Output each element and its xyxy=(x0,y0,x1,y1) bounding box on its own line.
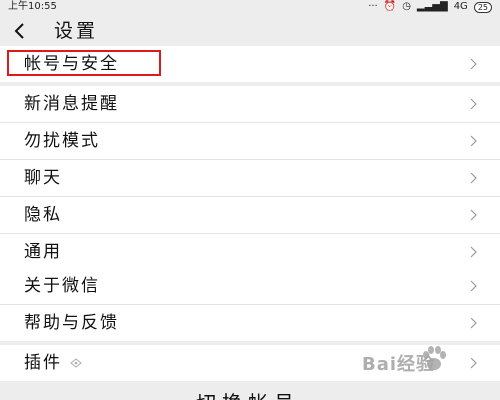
settings-screen: 上午10:55 ··· ⏰ ◷ ▂▃▅▇ 4G 25 设置 帐号与安全 新消息提… xyxy=(0,0,500,400)
status-icons: ··· ⏰ ◷ ▂▃▅▇ 4G 25 xyxy=(368,0,492,14)
chevron-right-icon xyxy=(470,246,477,258)
more-icon: ··· xyxy=(368,1,378,12)
settings-group-account: 帐号与安全 xyxy=(0,46,500,82)
settings-item-label: 插件 xyxy=(24,352,82,374)
chevron-right-icon xyxy=(470,280,477,292)
chevron-right-icon xyxy=(470,135,477,147)
settings-group-about: 关于微信 帮助与反馈 xyxy=(0,268,500,341)
alarm-icon: ⏰ xyxy=(383,1,397,12)
settings-item-help-feedback[interactable]: 帮助与反馈 xyxy=(0,305,500,341)
settings-item-general[interactable]: 通用 xyxy=(0,234,500,270)
chevron-right-icon xyxy=(470,317,477,329)
settings-item-about-wechat[interactable]: 关于微信 xyxy=(0,268,500,305)
settings-item-chat[interactable]: 聊天 xyxy=(0,160,500,197)
settings-item-privacy[interactable]: 隐私 xyxy=(0,197,500,234)
back-arrow-icon[interactable] xyxy=(12,22,28,40)
plugins-label-text: 插件 xyxy=(24,353,62,373)
settings-item-label: 勿扰模式 xyxy=(24,131,100,151)
status-time: 上午10:55 xyxy=(8,1,57,12)
chevron-right-icon xyxy=(470,172,477,184)
settings-item-label: 新消息提醒 xyxy=(24,94,119,114)
settings-item-label: 通用 xyxy=(24,242,62,262)
network-label: 4G xyxy=(453,1,468,12)
chevron-right-icon xyxy=(470,98,477,110)
settings-item-account-security[interactable]: 帐号与安全 xyxy=(0,46,500,82)
settings-item-new-message-alerts[interactable]: 新消息提醒 xyxy=(0,86,500,123)
settings-item-label: 隐私 xyxy=(24,205,62,225)
settings-item-label: 关于微信 xyxy=(24,276,100,296)
chevron-right-icon xyxy=(470,209,477,221)
signal-icon: ▂▃▅▇ xyxy=(416,1,448,12)
settings-item-label: 聊天 xyxy=(24,168,62,188)
chevron-right-icon xyxy=(470,58,477,70)
plugin-shield-icon xyxy=(70,358,82,368)
battery-indicator: 25 xyxy=(473,1,492,13)
nav-bar: 设置 xyxy=(0,14,500,48)
status-bar: 上午10:55 ··· ⏰ ◷ ▂▃▅▇ 4G 25 xyxy=(0,0,500,14)
settings-item-label: 帮助与反馈 xyxy=(24,313,119,333)
page-title: 设置 xyxy=(54,20,99,42)
baidu-jingyan-watermark: Bai经验 xyxy=(362,346,482,386)
settings-group-main: 新消息提醒 勿扰模式 聊天 隐私 通用 xyxy=(0,86,500,270)
paw-logo-icon xyxy=(423,346,446,370)
clock-icon: ◷ xyxy=(402,1,411,12)
settings-item-do-not-disturb[interactable]: 勿扰模式 xyxy=(0,123,500,160)
switch-account-button[interactable]: 切换帐号 xyxy=(196,391,300,400)
settings-item-label: 帐号与安全 xyxy=(24,54,119,74)
